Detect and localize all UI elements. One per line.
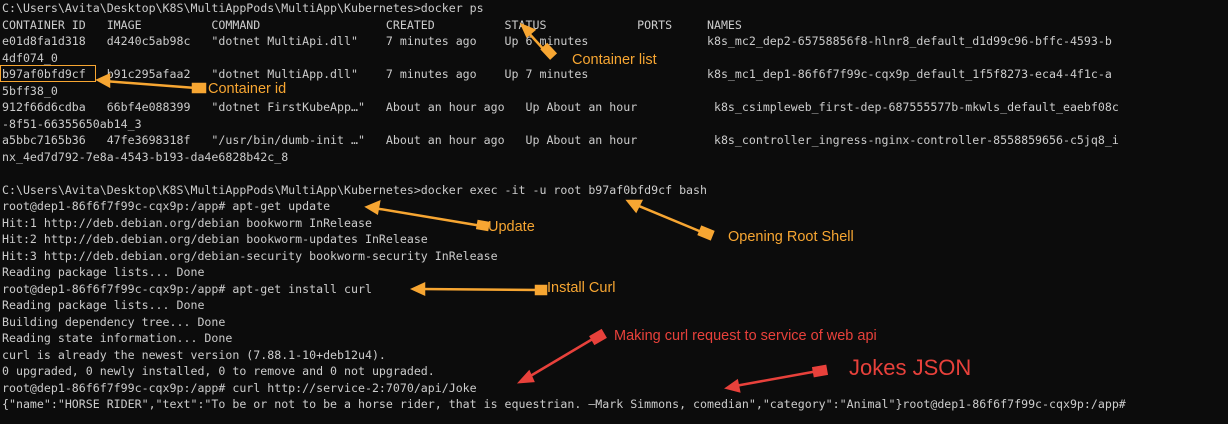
container-id-arrow-icon bbox=[95, 73, 207, 94]
install-curl-arrow-icon bbox=[409, 282, 548, 296]
annotation-install-curl: Install Curl bbox=[547, 280, 616, 296]
annotation-opening-root-shell: Opening Root Shell bbox=[728, 229, 854, 245]
annotation-update: Update bbox=[488, 219, 535, 235]
container-list-arrow-icon bbox=[519, 22, 558, 60]
annotation-jokes-json: Jokes JSON bbox=[849, 355, 972, 380]
curl-request-arrow-icon bbox=[516, 328, 607, 384]
update-arrow-icon bbox=[364, 199, 490, 232]
root-shell-arrow-icon bbox=[625, 199, 715, 241]
annotation-container-list: Container list bbox=[572, 52, 657, 68]
annotation-curl-request: Making curl request to service of web ap… bbox=[614, 328, 877, 344]
jokes-json-arrow-icon bbox=[724, 364, 829, 393]
annotation-container-id: Container id bbox=[208, 81, 287, 97]
